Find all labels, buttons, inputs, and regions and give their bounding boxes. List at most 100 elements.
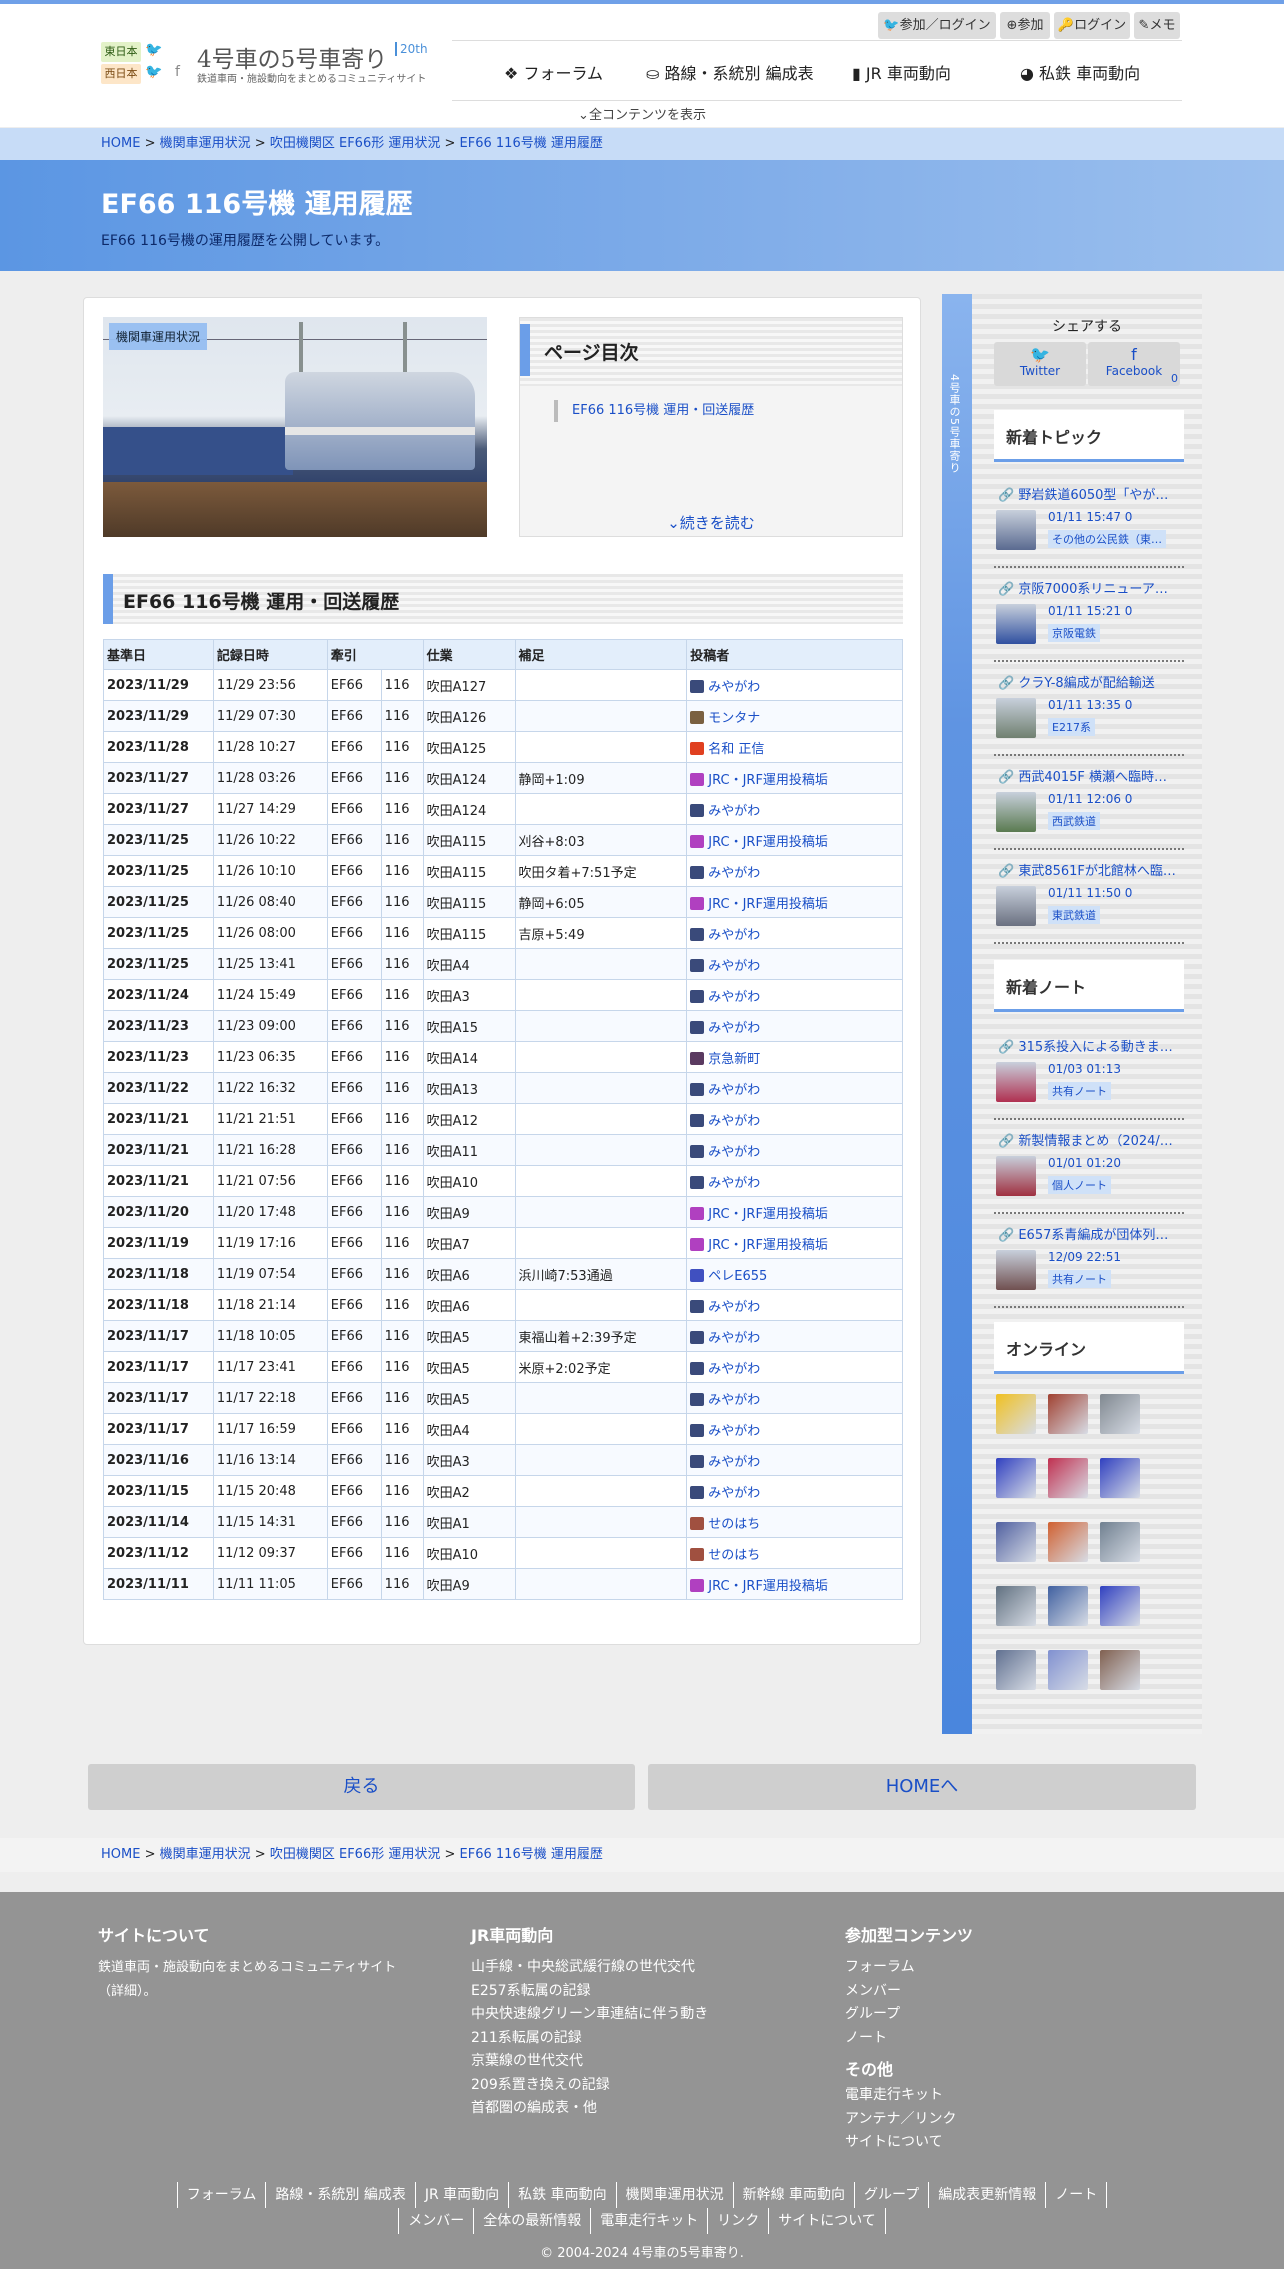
topic-item[interactable]: 🔗 西武4015F 横瀬へ臨時… 01/11 12:06 0 西武鉄道 (994, 756, 1184, 850)
footer-link[interactable]: グループ (845, 2003, 973, 2027)
topic-thumbnail[interactable] (996, 792, 1036, 832)
footer-nav-link[interactable]: サイトについて (768, 2208, 886, 2234)
breadcrumb-home[interactable]: HOME (101, 1847, 140, 1862)
footer-nav-link[interactable]: 私鉄 車両動向 (508, 2182, 615, 2208)
note-item[interactable]: 🔗 315系投入による動きま… 01/03 01:13 共有ノート (994, 1026, 1184, 1120)
note-thumbnail[interactable] (996, 1156, 1036, 1196)
note-thumbnail[interactable] (996, 1062, 1036, 1102)
duty-link[interactable]: 吹田A115 (422, 917, 516, 949)
twitter-west-icon[interactable]: 🐦 (145, 64, 162, 80)
footer-link[interactable]: 山手線・中央総武緩行線の世代交代 (471, 1956, 708, 1980)
poster-name[interactable]: みやがわ (708, 1455, 760, 1470)
duty-link[interactable]: 吹田A9 (422, 1568, 516, 1600)
category-tag[interactable]: 機関車運用状況 (109, 323, 208, 350)
twitter-east-icon[interactable]: 🐦 (145, 42, 162, 58)
poster-name[interactable]: みやがわ (708, 1114, 760, 1129)
footer-nav-link[interactable]: 新幹線 車両動向 (732, 2182, 854, 2208)
poster-name[interactable]: 京急新町 (708, 1052, 760, 1067)
duty-link[interactable]: 吹田A127 (422, 669, 516, 701)
poster[interactable]: JRC・JRF運用投稿垢 (686, 1196, 903, 1228)
poster[interactable]: みやがわ (686, 1475, 903, 1507)
note-title[interactable]: 🔗 315系投入による動きま… (998, 1036, 1184, 1055)
duty-link[interactable]: 吹田A14 (422, 1041, 516, 1073)
poster[interactable]: みやがわ (686, 1444, 903, 1476)
topic-category-tag[interactable]: 東武鉄道 (1048, 906, 1100, 924)
site-title[interactable]: 4号車の5号車寄り (197, 40, 387, 74)
footer-link[interactable]: メンバー (845, 1980, 973, 2004)
base-date-link[interactable]: 2023/11/27 (103, 762, 214, 794)
footer-link[interactable]: 京葉線の世代交代 (471, 2050, 708, 2074)
poster-name[interactable]: JRC・JRF運用投稿垢 (708, 773, 828, 788)
footer-nav-link[interactable]: 全体の最新情報 (473, 2208, 590, 2234)
base-date-link[interactable]: 2023/11/17 (103, 1382, 214, 1414)
base-date-link[interactable]: 2023/11/12 (103, 1537, 214, 1569)
avatar[interactable] (690, 1237, 705, 1251)
poster[interactable]: モンタナ (686, 700, 903, 732)
poster-name[interactable]: みやがわ (708, 1362, 760, 1377)
poster-name[interactable]: みやがわ (708, 928, 760, 943)
online-user-avatar[interactable] (996, 1394, 1036, 1434)
poster[interactable]: みやがわ (686, 1010, 903, 1042)
topic-thumbnail[interactable] (996, 698, 1036, 738)
topic-thumbnail[interactable] (996, 604, 1036, 644)
breadcrumb-suita-ef66[interactable]: 吹田機関区 EF66形 運用状況 (270, 1847, 441, 1862)
poster[interactable]: JRC・JRF運用投稿垢 (686, 1227, 903, 1259)
footer-nav-link[interactable]: メンバー (398, 2208, 473, 2234)
note-item[interactable]: 🔗 新製情報まとめ（2024/… 01/01 01:20 個人ノート (994, 1120, 1184, 1214)
note-title[interactable]: 🔗 新製情報まとめ（2024/… (998, 1130, 1184, 1149)
base-date-link[interactable]: 2023/11/18 (103, 1258, 214, 1290)
poster[interactable]: みやがわ (686, 1351, 903, 1383)
online-user-avatar[interactable] (996, 1650, 1036, 1690)
base-date-link[interactable]: 2023/11/24 (103, 979, 214, 1011)
duty-link[interactable]: 吹田A11 (422, 1134, 516, 1166)
nav-forum[interactable]: ❖ フォーラム (504, 60, 603, 84)
poster[interactable]: JRC・JRF運用投稿垢 (686, 1568, 903, 1600)
online-user-avatar[interactable] (1048, 1586, 1088, 1626)
poster[interactable]: JRC・JRF運用投稿垢 (686, 886, 903, 918)
breadcrumb-suita-ef66[interactable]: 吹田機関区 EF66形 運用状況 (270, 136, 441, 151)
base-date-link[interactable]: 2023/11/20 (103, 1196, 214, 1228)
base-date-link[interactable]: 2023/11/18 (103, 1289, 214, 1321)
poster[interactable]: みやがわ (686, 1413, 903, 1445)
footer-nav-link[interactable]: リンク (707, 2208, 768, 2234)
duty-link[interactable]: 吹田A10 (422, 1537, 516, 1569)
poster-name[interactable]: JRC・JRF運用投稿垢 (708, 1238, 828, 1253)
base-date-link[interactable]: 2023/11/25 (103, 824, 214, 856)
duty-link[interactable]: 吹田A7 (422, 1227, 516, 1259)
note-title[interactable]: 🔗 E657系青編成が団体列… (998, 1224, 1184, 1243)
duty-link[interactable]: 吹田A5 (422, 1351, 516, 1383)
footer-link[interactable]: アンテナ／リンク (845, 2108, 973, 2132)
duty-link[interactable]: 吹田A10 (422, 1165, 516, 1197)
duty-link[interactable]: 吹田A13 (422, 1072, 516, 1104)
poster[interactable]: みやがわ (686, 1289, 903, 1321)
avatar[interactable] (690, 989, 705, 1003)
base-date-link[interactable]: 2023/11/21 (103, 1134, 214, 1166)
topic-title[interactable]: 🔗 西武4015F 横瀬へ臨時… (998, 766, 1184, 785)
home-button[interactable]: HOMEへ (648, 1764, 1196, 1810)
base-date-link[interactable]: 2023/11/27 (103, 793, 214, 825)
poster-name[interactable]: みやがわ (708, 990, 760, 1005)
topic-title[interactable]: 🔗 京阪7000系リニューア… (998, 578, 1184, 597)
avatar[interactable] (690, 741, 705, 755)
online-user-avatar[interactable] (1048, 1650, 1088, 1690)
footer-nav-link[interactable]: グループ (854, 2182, 928, 2208)
online-user-avatar[interactable] (1100, 1394, 1140, 1434)
topic-category-tag[interactable]: E217系 (1048, 718, 1095, 736)
footer-nav-link[interactable]: フォーラム (176, 2182, 266, 2208)
poster[interactable]: みやがわ (686, 855, 903, 887)
login-button[interactable]: 🔑ログイン (1054, 12, 1130, 39)
all-contents-toggle[interactable]: ⌄全コンテンツを表示 (0, 104, 1284, 123)
topic-title[interactable]: 🔗 野岩鉄道6050型「やが… (998, 484, 1184, 503)
online-user-avatar[interactable] (996, 1586, 1036, 1626)
nav-private[interactable]: ◕ 私鉄 車両動向 (1020, 60, 1140, 84)
avatar[interactable] (690, 834, 705, 848)
poster[interactable]: 名和 正信 (686, 731, 903, 763)
site-logo[interactable]: 東日本 西日本 🐦 🐦 f 4号車の5号車寄り 鉄道車両・施設動向をまとめるコミ… (101, 38, 431, 90)
note-item[interactable]: 🔗 E657系青編成が団体列… 12/09 22:51 共有ノート (994, 1214, 1184, 1308)
base-date-link[interactable]: 2023/11/25 (103, 917, 214, 949)
footer-link[interactable]: サイトについて (845, 2131, 973, 2155)
poster-name[interactable]: JRC・JRF運用投稿垢 (708, 835, 828, 850)
avatar[interactable] (690, 1299, 705, 1313)
region-east-badge[interactable]: 東日本 (101, 42, 141, 62)
footer-link[interactable]: ノート (845, 2027, 973, 2051)
